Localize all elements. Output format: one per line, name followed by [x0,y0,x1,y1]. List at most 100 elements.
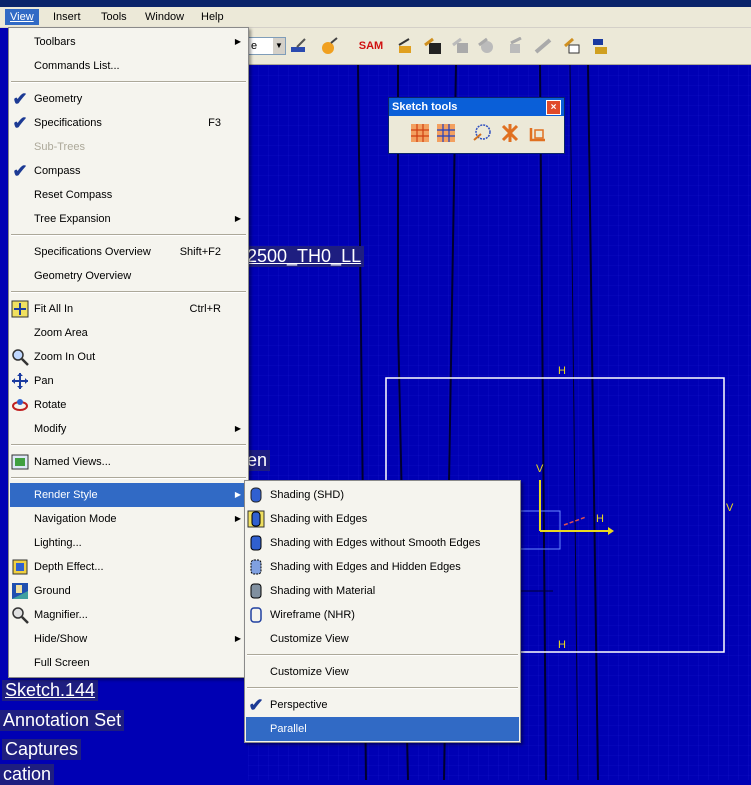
menu-item-toolbars[interactable]: Toolbars ▶ [10,30,247,54]
menu-item-lighting[interactable]: Lighting... [10,531,247,555]
submenu-arrow-icon: ▶ [234,490,241,499]
shading-icon [247,486,265,504]
menu-item-shortcut: Shift+F2 [179,246,221,258]
menu-item-zoom-area[interactable]: Zoom Area [10,321,247,345]
menu-separator [11,444,246,446]
menu-item-customize-view-1[interactable]: Customize View [246,627,519,651]
menu-tools[interactable]: Tools [96,9,132,25]
menu-item-geometry[interactable]: ✔ Geometry [10,87,247,111]
menu-item-label: Geometry Overview [34,270,132,282]
geometrical-constraints-icon[interactable] [499,122,521,147]
menu-item-shading-edges-no-smooth[interactable]: Shading with Edges without Smooth Edges [246,531,519,555]
grid-icon[interactable] [409,122,431,147]
construction-element-icon[interactable] [471,122,493,147]
render-combo[interactable]: e ▼ [248,37,286,55]
menu-item-navigation-mode[interactable]: Navigation Mode ▶ [10,507,247,531]
save-tool-icon[interactable] [422,36,444,56]
menu-item-label: Compass [34,165,81,177]
sketch-tools-title-bar[interactable]: Sketch tools × [389,98,564,116]
tree-node-2500[interactable]: 2500_TH0_LL [244,246,365,267]
menu-item-parallel[interactable]: Parallel [246,717,519,741]
menu-item-pan[interactable]: Pan [10,369,247,393]
menu-item-fit-all-in[interactable]: Fit All In Ctrl+R [10,297,247,321]
menu-window[interactable]: Window [140,9,189,25]
submenu-arrow-icon: ▶ [234,214,241,223]
sketch-tools-title: Sketch tools [392,101,458,113]
submenu-arrow-icon: ▶ [234,634,241,643]
menu-item-ground[interactable]: Ground [10,579,247,603]
menu-bar: View Insert Tools Window Help [0,7,751,28]
menu-item-perspective[interactable]: ✔ Perspective [246,693,519,717]
submenu-arrow-icon: ▶ [234,37,241,46]
menu-item-specifications[interactable]: ✔ Specifications F3 [10,111,247,135]
chevron-down-icon[interactable]: ▼ [273,38,285,54]
sketch-tool-icon[interactable] [562,36,584,56]
view-menu: Toolbars ▶ Commands List... ✔ Geometry ✔… [8,27,249,678]
menu-separator [247,654,518,656]
tree-node-sketch[interactable]: Sketch.144 [2,680,99,701]
menu-item-zoom-in-out[interactable]: Zoom In Out [10,345,247,369]
menu-item-reset-compass[interactable]: Reset Compass [10,183,247,207]
menu-item-label: Fit All In [34,303,74,315]
menu-item-label: Modify [34,423,67,435]
h-axis-label: H [596,513,604,525]
menu-item-shading-with-edges[interactable]: Shading with Edges [246,507,519,531]
toolbar: e ▼ SAM [248,28,751,65]
depth-effect-icon [11,558,29,576]
tree-node-application[interactable]: cation [0,764,55,785]
menu-item-named-views[interactable]: Named Views... [10,450,247,474]
menu-item-label: Shading with Edges and Hidden Edges [270,561,461,573]
ball-icon[interactable] [318,36,340,56]
ground-icon [11,582,29,600]
checkmark-icon: ✔ [12,113,28,133]
title-bar [0,0,751,7]
menu-item-sub-trees: Sub-Trees [10,135,247,159]
menu-item-label: Sub-Trees [34,141,85,153]
menu-item-compass[interactable]: ✔ Compass [10,159,247,183]
menu-item-shading[interactable]: Shading (SHD) [246,483,519,507]
menu-item-modify[interactable]: Modify ▶ [10,417,247,441]
shading-edges-icon [247,510,265,528]
menu-item-geometry-overview[interactable]: Geometry Overview [10,264,247,288]
menu-item-tree-expansion[interactable]: Tree Expansion ▶ [10,207,247,231]
menu-item-magnifier[interactable]: Magnifier... [10,603,247,627]
snap-to-point-icon[interactable] [435,122,457,147]
menu-item-wireframe[interactable]: Wireframe (NHR) [246,603,519,627]
menu-item-rotate[interactable]: Rotate [10,393,247,417]
close-icon[interactable]: × [546,100,561,115]
menu-item-label: Pan [34,375,54,387]
sam-icon[interactable]: SAM [359,36,383,56]
menu-view[interactable]: View [5,9,39,25]
menu-item-render-style[interactable]: Render Style ▶ [10,483,247,507]
menu-item-hide-show[interactable]: Hide/Show ▶ [10,627,247,651]
menu-item-label: Shading with Edges without Smooth Edges [270,537,481,549]
disabled-tool-1-icon [450,36,472,56]
menu-item-depth-effect[interactable]: Depth Effect... [10,555,247,579]
magnifier-icon [11,606,29,624]
dimensional-constraints-icon[interactable] [527,122,549,147]
menu-item-shading-material[interactable]: Shading with Material [246,579,519,603]
assembly-tool-icon[interactable] [588,36,610,56]
rotate-icon [11,396,29,414]
menu-item-specifications-overview[interactable]: Specifications Overview Shift+F2 [10,240,247,264]
menu-item-full-screen[interactable]: Full Screen [10,651,247,675]
menu-separator [11,81,246,83]
tree-node-captures[interactable]: Captures [2,739,82,760]
menu-item-commands-list[interactable]: Commands List... [10,54,247,78]
render-style-submenu: Shading (SHD) Shading with Edges Shading… [244,480,521,743]
menu-insert[interactable]: Insert [48,9,86,25]
fit-all-in-icon [11,300,29,318]
tree-node-annotation-set[interactable]: Annotation Set [0,710,125,731]
menu-item-shortcut: Ctrl+R [189,303,221,315]
menu-help[interactable]: Help [196,9,229,25]
wrench-icon[interactable] [394,36,416,56]
menu-item-label: Shading with Edges [270,513,368,525]
menu-item-label: Magnifier... [34,609,88,621]
menu-item-shading-hidden-edges[interactable]: Shading with Edges and Hidden Edges [246,555,519,579]
shading-material-icon [247,582,265,600]
menu-item-shortcut: F3 [208,117,221,129]
menu-item-customize-view-2[interactable]: Customize View [246,660,519,684]
paint-brush-icon[interactable] [288,36,310,56]
menu-item-label: Render Style [34,489,98,501]
menu-separator [11,291,246,293]
